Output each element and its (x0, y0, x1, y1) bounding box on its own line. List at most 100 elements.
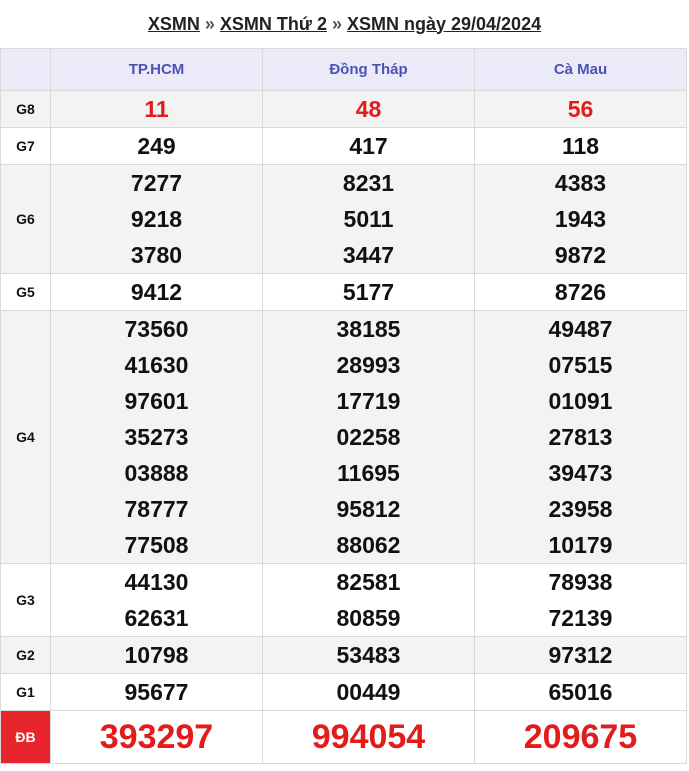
prize-number: 95677 (124, 679, 189, 705)
prize-number: 118 (561, 133, 600, 159)
prize-row: G8 11 48 56 (0, 90, 687, 128)
prize-number: 56 (567, 96, 594, 122)
special-prize-number: 994054 (311, 718, 426, 756)
prize-cell: 44130 62631 (50, 563, 263, 637)
prize-number: 02258 (336, 424, 401, 450)
prize-number: 9872 (554, 242, 607, 268)
prize-cell: 249 (50, 127, 263, 165)
xsmn-link[interactable]: XSMN (148, 14, 200, 35)
prize-cell: 4383 1943 9872 (474, 164, 687, 274)
breadcrumb-separator: » (204, 13, 215, 34)
prize-number: 39473 (548, 460, 613, 486)
breadcrumb-separator: » (331, 13, 342, 34)
prize-number: 5177 (342, 279, 395, 305)
prize-number: 7277 (130, 170, 183, 196)
prize-number: 73560 (124, 316, 189, 342)
prize-cell: 5177 (262, 273, 475, 311)
prize-number: 23958 (548, 496, 613, 522)
prize-number: 28993 (336, 352, 401, 378)
prize-number: 95812 (336, 496, 401, 522)
prize-row: G6 7277 9218 3780 8231 5011 3447 4383 1943 9872 (0, 164, 687, 274)
prize-number: 4383 (554, 170, 607, 196)
prize-cell: 38185 28993 17719 02258 11695 95812 88062 (262, 310, 475, 564)
prize-row: ĐB 393297 994054 209675 (0, 710, 687, 764)
prize-number: 11 (144, 96, 169, 122)
xsmn-date-link[interactable]: XSMN ngày 29/04/2024 (347, 14, 541, 35)
prize-label: G4 (0, 310, 51, 564)
province-header: Cà Mau (474, 48, 687, 91)
prize-number: 3447 (342, 242, 395, 268)
prize-number: 72139 (548, 605, 613, 631)
province-header: TP.HCM (50, 48, 263, 91)
prize-number: 44130 (124, 569, 189, 595)
prize-cell: 417 (262, 127, 475, 165)
prize-cell: 10798 (50, 636, 263, 674)
prize-number: 27813 (548, 424, 613, 450)
special-prize-number: 209675 (523, 718, 638, 756)
prize-cell: 393297 (50, 710, 263, 764)
prize-number: 07515 (548, 352, 613, 378)
prize-label: G8 (0, 90, 51, 128)
prize-cell: 8726 (474, 273, 687, 311)
prize-number: 8726 (554, 279, 607, 305)
prize-number: 53483 (336, 642, 401, 668)
prize-number: 78938 (548, 569, 613, 595)
prize-number: 62631 (124, 605, 189, 631)
prize-cell: 53483 (262, 636, 475, 674)
prize-number: 03888 (124, 460, 189, 486)
prize-label: G7 (0, 127, 51, 165)
prize-cell: 56 (474, 90, 687, 128)
prize-cell: 95677 (50, 673, 263, 711)
prize-cell: 65016 (474, 673, 687, 711)
province-header: Đồng Tháp (262, 48, 475, 91)
prize-number: 9218 (130, 206, 183, 232)
prize-cell: 73560 41630 97601 35273 03888 78777 77508 (50, 310, 263, 564)
prize-cell: 00449 (262, 673, 475, 711)
header-row: TP.HCM Đồng Tháp Cà Mau (0, 48, 687, 91)
prize-number: 10179 (548, 532, 613, 558)
page-title: XSMN » XSMN Thứ 2 » XSMN ngày 29/04/2024 (0, 0, 689, 48)
prize-number: 3780 (130, 242, 183, 268)
prize-number: 97601 (124, 388, 189, 414)
prize-cell: 11 (50, 90, 263, 128)
prize-number: 9412 (130, 279, 183, 305)
prize-row: G3 44130 62631 82581 80859 78938 72139 (0, 563, 687, 637)
prize-cell: 994054 (262, 710, 475, 764)
prize-number: 97312 (548, 642, 613, 668)
prize-number: 17719 (336, 388, 401, 414)
prize-number: 35273 (124, 424, 189, 450)
prize-number: 8231 (342, 170, 395, 196)
prize-number: 10798 (124, 642, 189, 668)
prize-row: G4 73560 41630 97601 35273 03888 78777 77508 381… (0, 310, 687, 564)
prize-number: 48 (355, 96, 382, 122)
prize-number: 249 (137, 133, 176, 159)
xsmn-monday-link[interactable]: XSMN Thứ 2 (220, 14, 327, 35)
special-prize-number: 393297 (99, 718, 214, 756)
prize-cell: 82581 80859 (262, 563, 475, 637)
prize-number: 1943 (554, 206, 607, 232)
prize-cell: 48 (262, 90, 475, 128)
prize-number: 80859 (336, 605, 401, 631)
prize-cell: 78938 72139 (474, 563, 687, 637)
prize-label: ĐB (0, 710, 51, 764)
prize-row: G7 249 417 118 (0, 127, 687, 165)
prize-number: 77508 (124, 532, 189, 558)
prize-cell: 49487 07515 01091 27813 39473 23958 10179 (474, 310, 687, 564)
corner-cell (0, 48, 51, 91)
prize-cell: 8231 5011 3447 (262, 164, 475, 274)
prize-row: G5 9412 5177 8726 (0, 273, 687, 311)
prize-number: 82581 (336, 569, 401, 595)
prize-number: 65016 (548, 679, 613, 705)
prize-number: 5011 (343, 206, 394, 232)
prize-number: 417 (349, 133, 388, 159)
prize-cell: 209675 (474, 710, 687, 764)
prize-cell: 7277 9218 3780 (50, 164, 263, 274)
prize-cell: 9412 (50, 273, 263, 311)
prize-label: G5 (0, 273, 51, 311)
results-table: TP.HCM Đồng Tháp Cà Mau G8 11 48 56 G7 249 417… (0, 48, 687, 764)
prize-row: G2 10798 53483 97312 (0, 636, 687, 674)
prize-number: 88062 (336, 532, 401, 558)
prize-number: 00449 (336, 679, 401, 705)
prize-label: G3 (0, 563, 51, 637)
prize-cell: 97312 (474, 636, 687, 674)
